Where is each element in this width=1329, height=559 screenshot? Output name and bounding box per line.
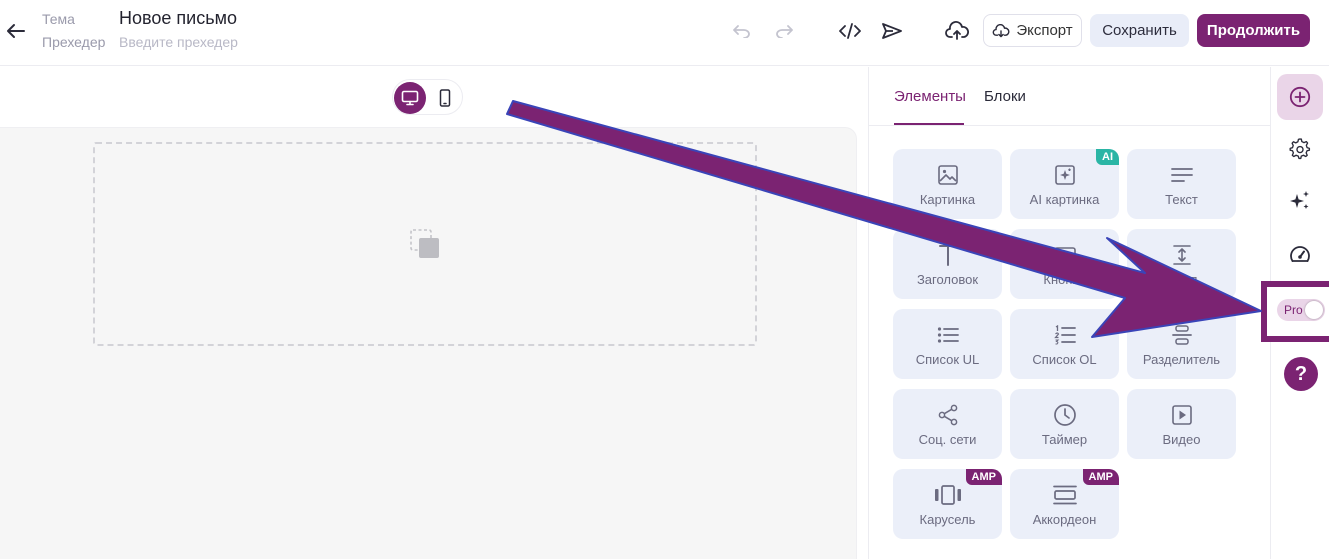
ai-assistant-button[interactable] [1277,178,1323,224]
code-icon [839,23,861,39]
code-button[interactable] [838,19,862,43]
continue-button[interactable]: Продолжить [1197,14,1310,47]
element-divider[interactable]: Разделитель [1127,309,1236,379]
element-ai-image[interactable]: AI AI картинка [1010,149,1119,219]
spacer-icon [1172,245,1191,265]
sparkles-icon [1290,191,1309,209]
elements-panel: Элементы Блоки Картинка AI AI картинка Т… [868,67,1271,559]
element-spacer[interactable]: тступ [1127,229,1236,299]
video-icon [1171,405,1192,425]
right-toolbar: Pro ? [1261,67,1329,559]
numbered-list-icon [1053,325,1076,345]
share-icon [938,404,957,426]
settings-button[interactable] [1277,126,1323,172]
send-icon [882,23,902,39]
element-carousel[interactable]: AMP Карусель [893,469,1002,539]
element-video[interactable]: Видео [1127,389,1236,459]
element-label: Карусель [919,512,976,527]
bullet-list-icon [937,327,959,343]
element-label: Текст [1165,192,1198,207]
desktop-view-button[interactable] [394,82,426,114]
upload-button[interactable] [945,19,969,43]
element-label: Таймер [1041,432,1088,447]
undo-icon [733,25,750,38]
element-label: Видео [1162,432,1201,447]
subject-label: Тема [42,11,75,27]
panel-tabs: Элементы Блоки [869,67,1271,126]
mobile-view-button[interactable] [429,82,461,114]
email-title[interactable]: Новое письмо [119,8,237,29]
element-label: Разделитель [1142,352,1221,367]
element-label: Список OL [1032,352,1097,367]
element-social[interactable]: Соц. сети [893,389,1002,459]
element-label: Список UL [915,352,980,367]
element-bullet-list[interactable]: Список UL [893,309,1002,379]
element-text[interactable]: Текст [1127,149,1236,219]
element-accordion[interactable]: AMP Аккордеон [1010,469,1119,539]
carousel-icon [934,485,961,505]
pro-highlight-frame: Pro [1261,281,1329,342]
speed-check-button[interactable] [1277,231,1323,277]
speedometer-icon [1290,246,1310,262]
mobile-icon [439,89,451,107]
arrow-left-icon [7,24,25,38]
pro-label: Pro [1284,303,1303,317]
redo-button[interactable] [772,19,796,43]
device-toggle [392,79,463,115]
element-button[interactable]: Кнопка [1010,229,1119,299]
desktop-icon [401,90,419,106]
button-icon [1053,247,1076,263]
send-test-button[interactable] [880,19,904,43]
element-label: AI картинка [1029,192,1100,207]
tab-blocks[interactable]: Блоки [984,88,1026,105]
preheader-input[interactable] [119,32,339,52]
element-label: Аккордеон [1032,512,1097,527]
add-elements-button[interactable] [1277,74,1323,120]
image-icon [937,165,958,185]
pro-mode-toggle[interactable]: Pro [1277,299,1325,321]
export-label: Экспорт [1016,22,1073,39]
element-timer[interactable]: Таймер [1010,389,1119,459]
help-button[interactable]: ? [1284,357,1318,391]
element-numbered-list[interactable]: Список OL [1010,309,1119,379]
text-lines-icon [1170,168,1193,182]
plus-circle-icon [1289,86,1311,108]
cloud-upload-icon [945,21,969,40]
tab-elements[interactable]: Элементы [894,88,966,105]
redo-icon [776,25,793,38]
email-editor: Тема Прехедер Новое письмо Экспорт Сохра… [0,0,1329,559]
element-label: Кнопка [1043,272,1086,287]
accordion-icon [1052,485,1077,505]
element-label: Соц. сети [918,432,977,447]
cloud-download-icon [992,23,1010,37]
undo-button[interactable] [730,19,754,43]
empty-drop-zone[interactable] [93,142,757,346]
toggle-knob [1305,301,1323,319]
element-label: Заголовок [916,272,979,287]
clock-icon [1053,404,1076,426]
save-button[interactable]: Сохранить [1090,14,1189,47]
element-image[interactable]: Картинка [893,149,1002,219]
element-heading[interactable]: Заголовок [893,229,1002,299]
ai-image-icon [1054,165,1075,185]
email-body-canvas[interactable] [0,127,857,559]
element-label: тступ [1165,272,1198,287]
canvas-area [0,67,868,559]
element-label: Картинка [919,192,976,207]
export-button[interactable]: Экспорт [983,14,1082,47]
preheader-label: Прехедер [42,34,106,50]
placeholder-block-icon [410,229,439,258]
gear-icon [1289,138,1311,160]
top-bar: Тема Прехедер Новое письмо Экспорт Сохра… [0,0,1329,66]
divider-icon [1171,325,1192,345]
active-tab-indicator [894,123,964,125]
back-button[interactable] [4,20,28,42]
heading-icon [938,245,957,266]
